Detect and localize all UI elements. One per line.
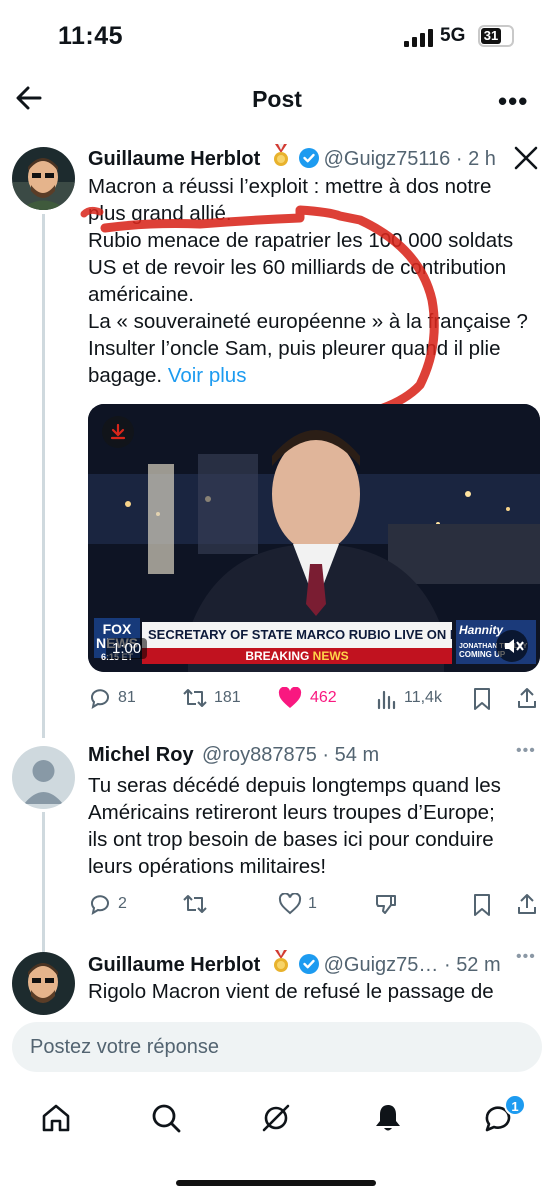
news-label: NEWS xyxy=(312,649,349,663)
post-time: 2 h xyxy=(468,148,496,170)
network-type: 5G xyxy=(440,25,466,46)
repost-icon[interactable] xyxy=(182,686,208,710)
ticker-bar: SECRETARY OF STATE MARCO RUBIO LIVE ON H… xyxy=(142,622,452,648)
cellular-signal-icon xyxy=(404,29,433,47)
post-line: bagage. xyxy=(88,364,163,387)
views-count: 11,4k xyxy=(404,689,442,706)
more-options-icon[interactable]: ••• xyxy=(516,948,536,966)
share-icon[interactable] xyxy=(516,686,538,710)
verified-badge-icon xyxy=(299,954,320,974)
post-header: Guillaume Herblot @Guigz75116 · 2 h xyxy=(88,144,496,171)
video-duration: 1:00 xyxy=(106,638,148,659)
thread-line xyxy=(42,214,45,738)
grok-icon[interactable] xyxy=(260,1102,292,1134)
reply-input[interactable]: Postez votre réponse xyxy=(12,1022,542,1072)
author-handle[interactable]: @Guigz75116 xyxy=(324,148,451,170)
notifications-icon[interactable] xyxy=(372,1102,404,1134)
battery-level: 31 xyxy=(481,28,501,44)
reply-count: 81 xyxy=(118,689,136,706)
post-time: 52 m xyxy=(456,954,501,976)
reply-icon[interactable] xyxy=(88,686,112,710)
reply-line: ils ont trop besoin de bases ici pour co… xyxy=(88,828,494,851)
status-time: 11:45 xyxy=(58,22,124,50)
home-icon[interactable] xyxy=(40,1102,72,1134)
author-name[interactable]: Guillaume Herblot xyxy=(88,148,260,170)
medal-icon xyxy=(273,144,288,166)
fox-channel-name: FOX xyxy=(102,621,132,637)
more-options-icon[interactable]: ••• xyxy=(516,742,536,760)
ticker-text: SECRETARY OF STATE MARCO RUBIO LIVE ON H… xyxy=(148,627,452,642)
breaking-news-bar: BREAKING NEWS xyxy=(142,648,452,664)
bookmark-icon[interactable] xyxy=(472,893,492,917)
notification-badge: 1 xyxy=(504,1094,526,1116)
page-title: Post xyxy=(252,86,302,112)
reply-line: Tu seras décédé depuis longtemps quand l… xyxy=(88,774,501,797)
like-count: 462 xyxy=(310,689,337,706)
x-logo-icon xyxy=(514,146,538,170)
dislike-icon[interactable] xyxy=(374,892,398,916)
post-line: La « souveraineté européenne » à la fran… xyxy=(88,310,528,333)
repost-count: 181 xyxy=(214,689,241,706)
medal-icon xyxy=(273,950,288,972)
mute-icon[interactable] xyxy=(496,630,528,662)
repost-icon[interactable] xyxy=(182,892,208,916)
avatar[interactable] xyxy=(12,952,75,1015)
reply-line: Rigolo Macron vient de refusé le passage… xyxy=(88,980,494,1003)
like-icon[interactable] xyxy=(278,893,302,915)
reply-header: Michel Roy @roy887875 · 54 m xyxy=(88,744,380,766)
avatar-default[interactable] xyxy=(12,746,75,809)
reply-header: Guillaume Herblot @Guigz75… · 52 m xyxy=(88,950,501,977)
author-name[interactable]: Michel Roy xyxy=(88,744,194,766)
download-icon[interactable] xyxy=(102,416,134,448)
post-line: Insulter l’oncle Sam, puis pleurer quand… xyxy=(88,337,501,360)
reply-line: leurs opérations militaires! xyxy=(88,855,327,878)
like-count: 1 xyxy=(308,895,317,912)
post-line: américaine. xyxy=(88,283,194,306)
more-options-icon[interactable]: ••• xyxy=(498,86,528,117)
reply-line: Américains retireront leurs troupes d’Eu… xyxy=(88,801,495,824)
thread-line xyxy=(42,812,45,952)
video-player[interactable]: FOX NEWS 6:15 ET SECRETARY OF STATE MARC… xyxy=(88,404,540,672)
reply-actions: 2 1 xyxy=(88,892,540,918)
avatar[interactable] xyxy=(12,147,75,210)
post-line: US et de revoir les 60 milliards de cont… xyxy=(88,256,507,279)
search-icon[interactable] xyxy=(150,1102,182,1134)
post-text: Macron a réussi l’exploit : mettre à dos… xyxy=(88,173,538,389)
views-icon[interactable] xyxy=(376,688,398,710)
author-name[interactable]: Guillaume Herblot xyxy=(88,954,260,976)
reply-icon[interactable] xyxy=(88,892,112,916)
post-line: plus grand allié. xyxy=(88,202,232,225)
post-time: 54 m xyxy=(334,744,380,766)
post-line: Rubio menace de rapatrier les 100 000 so… xyxy=(88,229,514,252)
reply-text: Tu seras décédé depuis longtemps quand l… xyxy=(88,772,538,880)
home-indicator xyxy=(176,1180,376,1186)
reply-count: 2 xyxy=(118,895,127,912)
like-filled-icon[interactable] xyxy=(278,687,302,709)
breaking-label: BREAKING xyxy=(245,649,310,663)
reply-text: Rigolo Macron vient de refusé le passage… xyxy=(88,978,538,1010)
author-handle[interactable]: @roy887875 xyxy=(202,744,317,766)
verified-badge-icon xyxy=(299,148,320,168)
share-icon[interactable] xyxy=(516,892,538,916)
bookmark-icon[interactable] xyxy=(472,687,492,711)
see-more-link[interactable]: Voir plus xyxy=(168,364,247,387)
post-line: Macron a réussi l’exploit : mettre à dos… xyxy=(88,175,492,198)
author-handle[interactable]: @Guigz75… xyxy=(324,954,439,976)
battery-icon: 31 xyxy=(478,25,514,47)
post-actions: 81 181 462 11,4k xyxy=(88,686,540,712)
